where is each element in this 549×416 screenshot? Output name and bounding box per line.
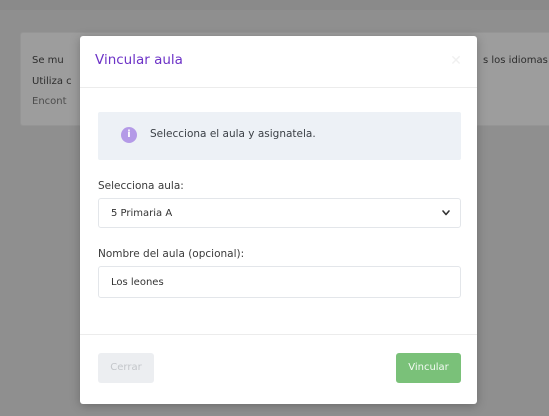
classroom-select-value: 5 Primaria A	[111, 208, 173, 219]
info-icon: i	[121, 127, 137, 143]
classroom-select[interactable]: 5 Primaria A	[98, 198, 461, 228]
close-button[interactable]: Cerrar	[98, 353, 154, 383]
classroom-name-input[interactable]: Los leones	[98, 266, 461, 298]
chevron-down-icon	[442, 210, 450, 216]
classroom-name-label: Nombre del aula (opcional):	[98, 248, 245, 260]
close-icon[interactable]: ✕	[447, 52, 465, 70]
modal-title: Vincular aula	[95, 52, 183, 68]
background-text-line-1: Se mu	[32, 55, 64, 66]
link-button[interactable]: Vincular	[396, 353, 461, 383]
background-text-line-1-right: s los idiomas	[483, 55, 548, 66]
modal-header: Vincular aula ✕	[80, 36, 477, 88]
background-text-line-3: Encont	[32, 96, 67, 107]
info-alert-text: Selecciona el aula y asignatela.	[150, 128, 316, 140]
background-text-line-2: Utiliza c	[32, 76, 72, 87]
info-alert: i Selecciona el aula y asignatela.	[98, 112, 461, 160]
classroom-name-value: Los leones	[111, 277, 164, 288]
modal-footer: Cerrar Vincular	[80, 334, 477, 404]
link-classroom-modal: Vincular aula ✕ i Selecciona el aula y a…	[80, 36, 477, 404]
page-top-band	[0, 0, 549, 10]
classroom-select-label: Selecciona aula:	[98, 180, 184, 192]
